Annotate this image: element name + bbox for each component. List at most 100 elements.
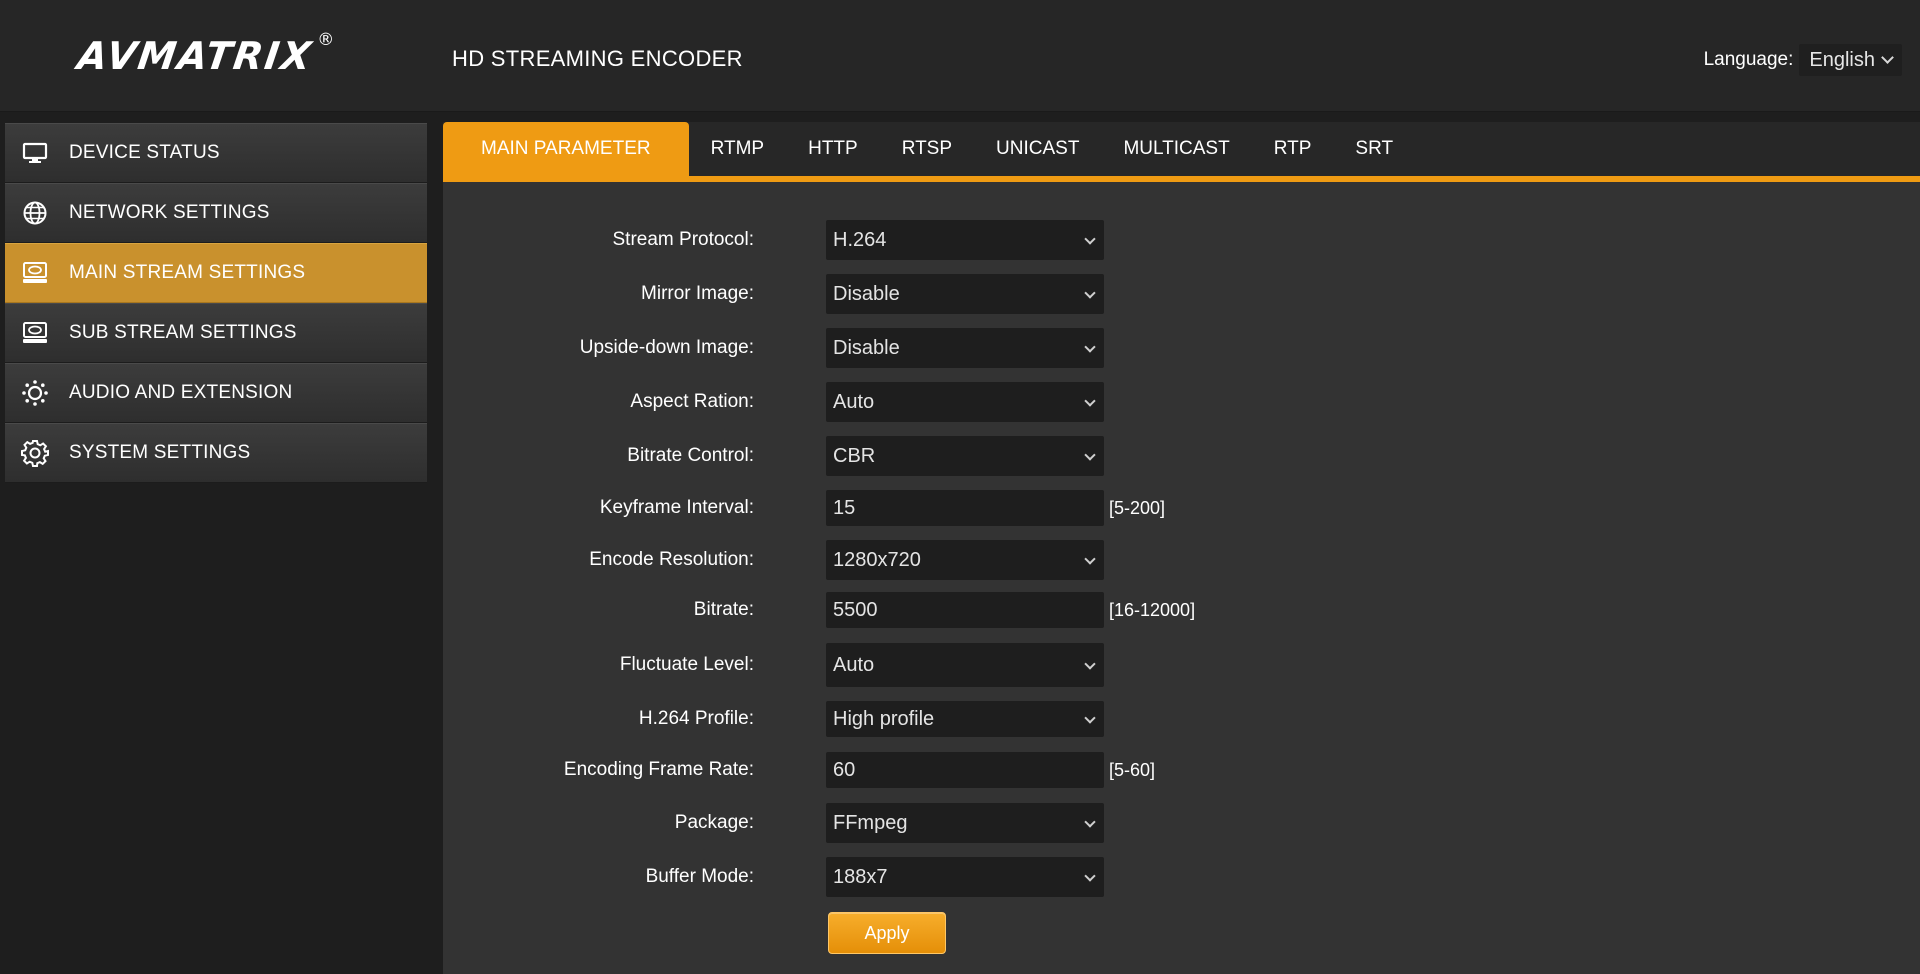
h264-profile-label: H.264 Profile: <box>638 708 754 729</box>
form-row-encode-resolution: Encode Resolution: 1280x720 <box>443 540 1920 580</box>
chevron-down-icon <box>1084 449 1096 461</box>
bitrate-range: [16-12000] <box>1109 599 1196 620</box>
sidebar-item-label: DEVICE STATUS <box>69 142 220 163</box>
sidebar-item-label: MAIN STREAM SETTINGS <box>69 262 306 283</box>
bitrate-control-label: Bitrate Control: <box>627 445 754 466</box>
monitor-icon <box>21 139 49 167</box>
chevron-down-icon <box>1084 816 1096 828</box>
buffer-mode-select[interactable]: 188x7 <box>826 857 1104 897</box>
form-row-bitrate-control: Bitrate Control: CBR <box>443 436 1920 476</box>
chevron-down-icon <box>1084 287 1096 299</box>
mirror-image-select[interactable]: Disable <box>826 274 1104 314</box>
sidebar-item-main-stream-settings[interactable]: MAIN STREAM SETTINGS <box>5 243 427 303</box>
stream-protocol-select[interactable]: H.264 <box>826 220 1104 260</box>
buffer-mode-label: Buffer Mode: <box>645 866 754 887</box>
sidebar-item-audio-and-extension[interactable]: AUDIO AND EXTENSION <box>5 363 427 423</box>
language-value: English <box>1809 48 1875 71</box>
chevron-down-icon <box>1084 233 1096 245</box>
fluctuate-level-select[interactable]: Auto <box>826 643 1104 687</box>
encoding-frame-rate-range: [5-60] <box>1109 759 1156 780</box>
sidebar-item-system-settings[interactable]: SYSTEM SETTINGS <box>5 423 427 483</box>
stream-icon <box>21 319 49 347</box>
sun-gear-icon <box>21 379 49 407</box>
form-row-encoding-frame-rate: Encoding Frame Rate: 60 [5-60] <box>443 752 1920 788</box>
chevron-down-icon <box>1084 553 1096 565</box>
sidebar-item-label: SUB STREAM SETTINGS <box>69 322 297 343</box>
chevron-down-icon <box>1084 341 1096 353</box>
form-row-fluctuate-level: Fluctuate Level: Auto <box>443 643 1920 687</box>
tab-multicast[interactable]: MULTICAST <box>1101 122 1251 176</box>
globe-icon <box>21 199 49 227</box>
form-row-buffer-mode: Buffer Mode: 188x7 <box>443 857 1920 897</box>
logo-text: AVMATRIX <box>74 34 316 78</box>
form-row-stream-protocol: Stream Protocol: H.264 <box>443 220 1920 260</box>
apply-button[interactable]: Apply <box>828 912 946 954</box>
keyframe-interval-input[interactable]: 15 <box>826 490 1104 526</box>
chevron-down-icon <box>1084 870 1096 882</box>
language-label: Language: <box>1703 49 1794 70</box>
sidebar-item-network-settings[interactable]: NETWORK SETTINGS <box>5 183 427 243</box>
form-row-keyframe-interval: Keyframe Interval: 15 [5-200] <box>443 490 1920 526</box>
tab-rtsp[interactable]: RTSP <box>880 122 974 176</box>
upside-down-image-select[interactable]: Disable <box>826 328 1104 368</box>
sidebar-item-label: AUDIO AND EXTENSION <box>69 382 293 403</box>
fluctuate-level-value: Auto <box>833 653 875 676</box>
language-dropdown[interactable]: English <box>1799 44 1902 76</box>
aspect-ration-value: Auto <box>833 390 875 413</box>
mirror-image-label: Mirror Image: <box>641 283 754 304</box>
fluctuate-level-label: Fluctuate Level: <box>619 654 754 675</box>
product-title: HD STREAMING ENCODER <box>452 46 743 71</box>
keyframe-interval-label: Keyframe Interval: <box>599 497 754 518</box>
package-value: FFmpeg <box>833 811 908 834</box>
encode-resolution-label: Encode Resolution: <box>589 549 754 570</box>
upside-down-image-value: Disable <box>833 336 900 359</box>
aspect-ration-select[interactable]: Auto <box>826 382 1104 422</box>
tab-bar: MAIN PARAMETER RTMP HTTP RTSP UNICAST MU… <box>443 122 1920 182</box>
buffer-mode-value: 188x7 <box>833 865 888 888</box>
form-row-package: Package: FFmpeg <box>443 803 1920 843</box>
package-select[interactable]: FFmpeg <box>826 803 1104 843</box>
sidebar-item-label: SYSTEM SETTINGS <box>69 442 251 463</box>
tab-http[interactable]: HTTP <box>786 122 880 176</box>
form-row-mirror-image: Mirror Image: Disable <box>443 274 1920 314</box>
stream-protocol-value: H.264 <box>833 228 887 251</box>
chevron-down-icon <box>1084 658 1096 670</box>
main-panel: MAIN PARAMETER RTMP HTTP RTSP UNICAST MU… <box>443 122 1920 974</box>
encoding-frame-rate-label: Encoding Frame Rate: <box>563 759 754 780</box>
upside-down-image-label: Upside-down Image: <box>579 337 754 358</box>
h264-profile-value: High profile <box>833 707 935 730</box>
sidebar-item-sub-stream-settings[interactable]: SUB STREAM SETTINGS <box>5 303 427 363</box>
tab-rtmp[interactable]: RTMP <box>689 122 786 176</box>
stream-icon <box>21 259 49 287</box>
mirror-image-value: Disable <box>833 282 900 305</box>
encoding-frame-rate-input[interactable]: 60 <box>826 752 1104 788</box>
stream-protocol-label: Stream Protocol: <box>612 229 755 250</box>
aspect-ration-label: Aspect Ration: <box>630 391 754 412</box>
tab-rtp[interactable]: RTP <box>1252 122 1334 176</box>
tab-main-parameter[interactable]: MAIN PARAMETER <box>443 122 689 176</box>
form-row-upside-down-image: Upside-down Image: Disable <box>443 328 1920 368</box>
bitrate-label: Bitrate: <box>693 599 754 620</box>
chevron-down-icon <box>1084 712 1096 724</box>
gear-icon <box>21 439 49 467</box>
keyframe-interval-range: [5-200] <box>1109 497 1166 518</box>
language-selector: Language: English <box>1704 44 1902 76</box>
sidebar-item-label: NETWORK SETTINGS <box>69 202 270 223</box>
registered-mark: ® <box>317 30 337 50</box>
h264-profile-select[interactable]: High profile <box>826 701 1104 737</box>
header: AVMATRIX ® HD STREAMING ENCODER Language… <box>0 0 1920 112</box>
tab-unicast[interactable]: UNICAST <box>974 122 1101 176</box>
bitrate-input[interactable]: 5500 <box>826 592 1104 628</box>
bitrate-control-select[interactable]: CBR <box>826 436 1104 476</box>
form-row-bitrate: Bitrate: 5500 [16-12000] <box>443 592 1920 628</box>
package-label: Package: <box>674 812 754 833</box>
chevron-down-icon <box>1084 395 1096 407</box>
encode-resolution-select[interactable]: 1280x720 <box>826 540 1104 580</box>
form-row-aspect-ration: Aspect Ration: Auto <box>443 382 1920 422</box>
tab-srt[interactable]: SRT <box>1333 122 1415 176</box>
sidebar-item-device-status[interactable]: DEVICE STATUS <box>5 123 427 183</box>
bitrate-control-value: CBR <box>833 444 876 467</box>
form-row-h264-profile: H.264 Profile: High profile <box>443 701 1920 737</box>
chevron-down-icon <box>1881 51 1894 64</box>
encode-resolution-value: 1280x720 <box>833 548 921 571</box>
